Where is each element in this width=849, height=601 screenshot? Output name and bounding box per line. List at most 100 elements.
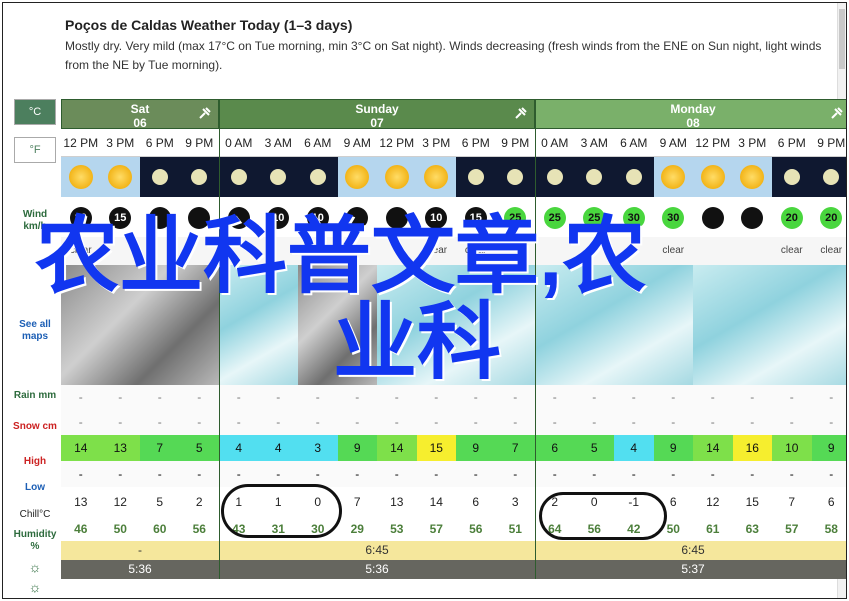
- humidity-value: 56: [456, 517, 496, 541]
- hour-label: 9 AM: [337, 129, 377, 157]
- weather-map-thumbnail[interactable]: [693, 265, 846, 385]
- low-temp: -: [179, 461, 219, 487]
- wind-speed-icon: [385, 207, 408, 229]
- high-temp: 9: [653, 435, 693, 461]
- celsius-toggle[interactable]: °C: [14, 99, 56, 125]
- condition-text: [337, 237, 377, 265]
- low-temp: -: [693, 461, 733, 487]
- high-temp: 5: [574, 435, 614, 461]
- sunset-time: 5:37: [535, 560, 846, 579]
- sun-icon: [740, 165, 765, 189]
- day-header-sat: Sat 06: [61, 99, 219, 130]
- low-temp: -: [377, 461, 417, 487]
- wind-cell: [693, 197, 733, 237]
- rain-value: -: [298, 385, 338, 410]
- wind-cell: 20: [772, 197, 812, 237]
- sky-cell: [377, 157, 417, 197]
- hour-label: 0 AM: [535, 129, 575, 157]
- weather-map-thumbnail[interactable]: [298, 265, 377, 385]
- day-divider: [535, 99, 536, 579]
- hour-label: 9 PM: [495, 129, 535, 157]
- wind-speed-icon: [148, 207, 171, 229]
- moon-icon: [270, 169, 287, 185]
- rain-value: -: [61, 385, 101, 410]
- snow-value: -: [614, 410, 654, 435]
- annotation-circle: [539, 492, 667, 540]
- wind-speed-icon: 30: [622, 207, 645, 229]
- snow-label: Snow cm: [13, 421, 57, 432]
- low-temp: -: [61, 461, 101, 487]
- page-title: Poços de Caldas Weather Today (1–3 days): [65, 17, 353, 33]
- hour-label: 9 PM: [179, 129, 219, 157]
- condition-text: [377, 237, 417, 265]
- wind-cell: 15: [456, 197, 496, 237]
- rain-value: -: [495, 385, 535, 410]
- wind-speed-icon: 30: [662, 207, 685, 229]
- humidity-value: 61: [693, 517, 733, 541]
- day-date: 07: [370, 116, 384, 130]
- fahrenheit-toggle[interactable]: °F: [14, 137, 56, 163]
- snow-value: -: [693, 410, 733, 435]
- pin-icon[interactable]: [198, 106, 212, 120]
- day-date: 08: [686, 116, 700, 130]
- weather-map-thumbnail[interactable]: [61, 265, 219, 385]
- rain-label: Rain mm: [13, 390, 57, 401]
- chill-temp: 14: [416, 487, 456, 517]
- high-temp: 6: [535, 435, 575, 461]
- condition-text: [179, 237, 219, 265]
- condition-text: [100, 237, 140, 265]
- wind-speed-icon: [227, 207, 250, 229]
- chill-temp: 13: [61, 487, 101, 517]
- hour-label: 9 AM: [653, 129, 693, 157]
- chill-temp: 13: [377, 487, 417, 517]
- sun-icon: [384, 165, 409, 189]
- snow-value: -: [61, 410, 101, 435]
- wind-speed-icon: [188, 207, 211, 229]
- weather-map-thumbnail[interactable]: [377, 265, 535, 385]
- wind-label: Wind km/h: [22, 209, 48, 232]
- hour-label: 6 PM: [140, 129, 180, 157]
- chill-temp: 3: [495, 487, 535, 517]
- wind-cell: [140, 197, 180, 237]
- weather-map-thumbnail[interactable]: [219, 265, 298, 385]
- forecast-summary: Mostly dry. Very mild (max 17°C on Tue m…: [65, 39, 822, 72]
- low-label: Low: [25, 482, 45, 493]
- sky-cell: [535, 157, 575, 197]
- snow-value: -: [416, 410, 456, 435]
- weather-map-thumbnail[interactable]: [535, 265, 693, 385]
- sun-icon: [68, 165, 93, 189]
- sky-cell: [732, 157, 772, 197]
- condition-text: [732, 237, 772, 265]
- wind-cell: 10: [298, 197, 338, 237]
- chill-temp: 2: [179, 487, 219, 517]
- chill-temp: 5: [140, 487, 180, 517]
- pin-icon[interactable]: [830, 106, 844, 120]
- condition-text: [693, 237, 733, 265]
- high-temp: 7: [495, 435, 535, 461]
- high-temp: 16: [732, 435, 772, 461]
- sky-cell: [574, 157, 614, 197]
- hour-label: 12 PM: [61, 129, 101, 157]
- condition-text: clear: [772, 237, 812, 265]
- sunrise-time: 6:45: [219, 541, 535, 560]
- moon-icon: [507, 169, 524, 185]
- snow-value: -: [653, 410, 693, 435]
- see-all-maps-link[interactable]: See all maps: [11, 319, 59, 343]
- wind-cell: [377, 197, 417, 237]
- condition-text: clear: [61, 237, 101, 265]
- condition-text: [614, 237, 654, 265]
- rain-value: -: [258, 385, 298, 410]
- rain-value: -: [456, 385, 496, 410]
- wind-cell: 15: [100, 197, 140, 237]
- condition-text: clear: [653, 237, 693, 265]
- wind-speed-icon: [701, 207, 724, 229]
- rain-value: -: [337, 385, 377, 410]
- pin-icon[interactable]: [514, 106, 528, 120]
- condition-text: [495, 237, 535, 265]
- wind-cell: 20: [811, 197, 846, 237]
- high-temp: 4: [614, 435, 654, 461]
- wind-speed-icon: 15: [464, 207, 487, 229]
- sun-icon: [424, 165, 449, 189]
- snow-value: -: [219, 410, 259, 435]
- high-temp: 9: [456, 435, 496, 461]
